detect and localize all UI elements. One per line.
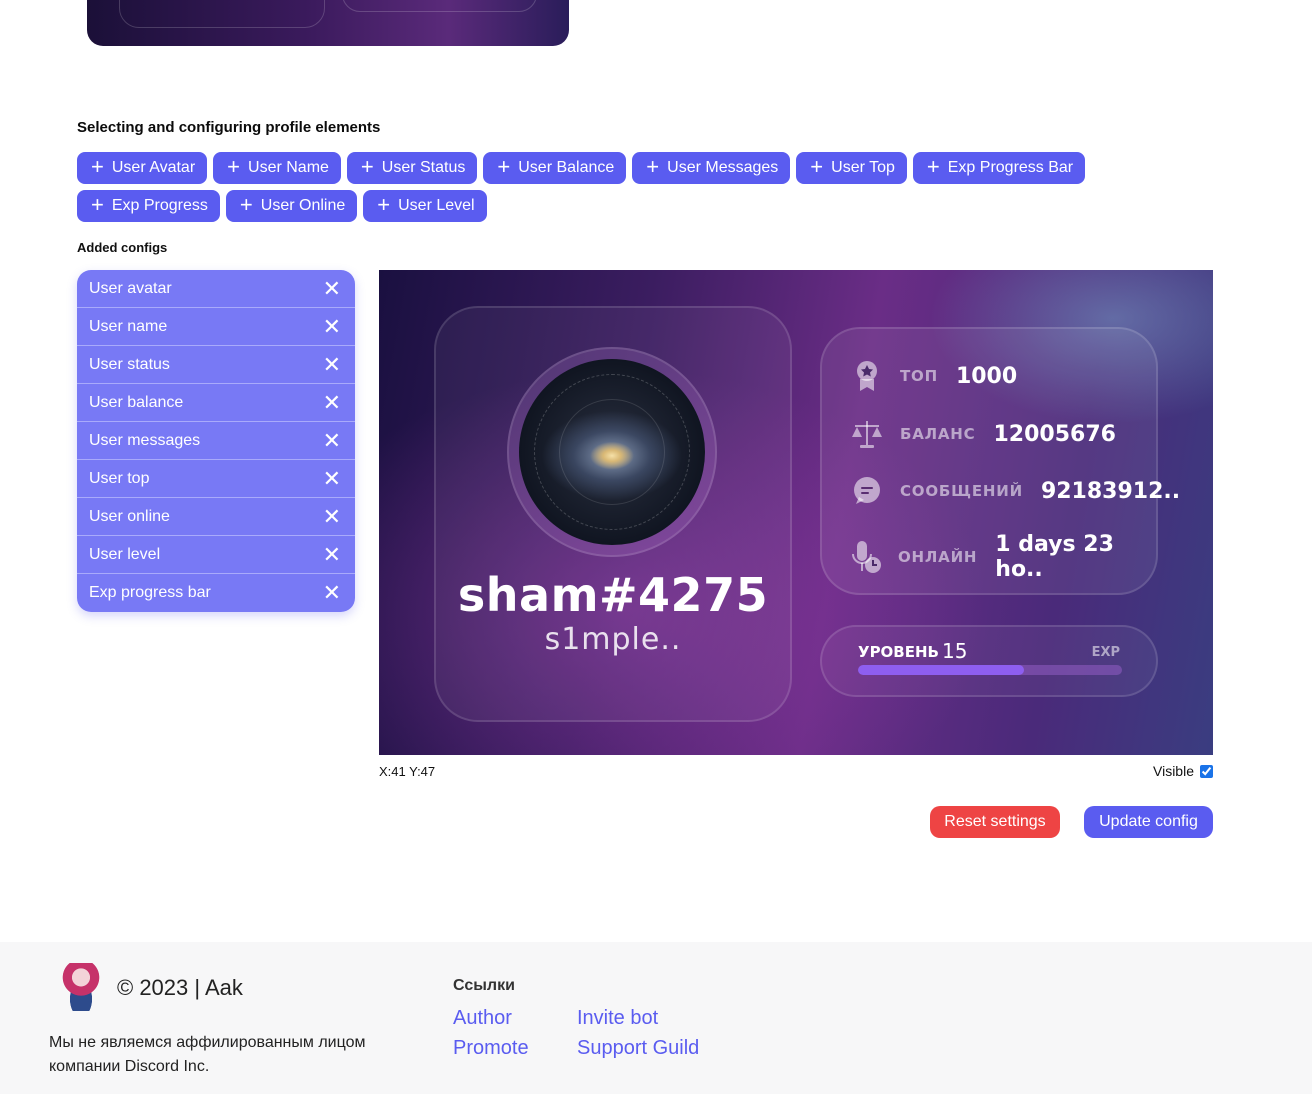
add-exp-progress-bar-button[interactable]: + Exp Progress Bar [912,152,1086,184]
plus-icon: + [360,154,374,179]
stat-balance[interactable]: БАЛАНС 12005676 [850,417,1116,451]
plus-icon: + [239,192,253,217]
section-title: Selecting and configuring profile elemen… [77,119,381,136]
stat-messages[interactable]: СООБЩЕНИЙ 92183912.. [850,474,1180,508]
plus-icon: + [227,154,241,179]
stat-top[interactable]: ТОП 1000 [850,359,1017,393]
exp-label: EXP [1091,645,1120,660]
coordinates-readout: X:41 Y:47 [379,764,436,779]
plus-icon: + [91,154,104,179]
add-user-avatar-button[interactable]: + User Avatar [77,152,208,184]
close-icon[interactable]: ✕ [323,391,341,414]
stats-card: ТОП 1000 БАЛАНС 12005676 СООБЩЕНИЙ 92183… [820,327,1180,595]
close-icon[interactable]: ✕ [323,467,341,490]
add-exp-progress-button[interactable]: + Exp Progress [77,190,220,222]
stat-online[interactable]: ОНЛАЙН 1 days 23 ho.. [850,532,1156,582]
plus-icon: + [926,154,940,179]
plus-icon: + [377,192,391,217]
close-icon[interactable]: ✕ [323,353,341,376]
close-icon[interactable]: ✕ [323,505,341,528]
add-user-messages-button[interactable]: + User Messages [632,152,791,184]
close-icon[interactable]: ✕ [323,277,341,300]
reset-settings-button[interactable]: Reset settings [930,806,1060,838]
author-link[interactable]: Author [453,1007,512,1030]
avatar-frame[interactable] [507,347,717,557]
close-icon[interactable]: ✕ [323,582,341,604]
links-title: Ссылки [453,977,515,994]
promote-link[interactable]: Promote [453,1037,529,1060]
footer: © 2023 | Aak Мы не являемся аффилированн… [0,942,1312,1094]
invite-bot-link[interactable]: Invite bot [577,1007,658,1030]
config-item-user-online[interactable]: User online ✕ [77,498,355,536]
config-item-user-top[interactable]: User top ✕ [77,460,355,498]
add-user-balance-button[interactable]: + User Balance [483,152,627,184]
plus-icon: + [646,154,660,179]
exp-progress-fill [858,665,1025,675]
add-element-buttons: + User Avatar + User Name + User Status + Us… [77,152,1177,222]
mic-clock-icon [850,540,882,574]
visible-checkbox[interactable] [1200,764,1213,778]
add-user-top-button[interactable]: + User Top [796,152,907,184]
close-icon[interactable]: ✕ [323,543,341,566]
visible-toggle[interactable]: Visible [1153,763,1213,779]
profile-status[interactable]: s1mple.. [434,622,792,657]
add-user-name-button[interactable]: + User Name [213,152,341,184]
preview-ghost-card [119,0,325,28]
config-item-user-status[interactable]: User status ✕ [77,346,355,384]
config-item-user-messages[interactable]: User messages ✕ [77,422,355,460]
profile-preview-canvas[interactable]: sham#4275 s1mple.. ТОП 1000 БАЛАНС 12005… [379,270,1213,755]
config-item-user-avatar[interactable]: User avatar ✕ [77,270,355,308]
add-user-level-button[interactable]: + User Level [363,190,487,222]
scales-icon [850,417,884,451]
config-item-user-name[interactable]: User name ✕ [77,308,355,346]
add-user-status-button[interactable]: + User Status [346,152,478,184]
config-item-exp-progress-bar[interactable]: Exp progress bar ✕ [77,574,355,612]
avatar [519,359,705,545]
config-item-user-level[interactable]: User level ✕ [77,536,355,574]
config-item-user-balance[interactable]: User balance ✕ [77,384,355,422]
profile-username[interactable]: sham#4275 [434,568,792,622]
update-config-button[interactable]: Update config [1084,806,1213,838]
added-configs-title: Added configs [77,240,168,255]
plus-icon: + [497,154,511,179]
chat-icon [850,474,884,508]
logo [59,963,103,1011]
previous-preview-card [87,0,569,46]
plus-icon: + [91,192,104,217]
level-label: УРОВЕНЬ [858,643,939,661]
medal-icon [850,359,884,393]
support-guild-link[interactable]: Support Guild [577,1037,699,1060]
plus-icon: + [810,154,824,179]
level-card[interactable]: УРОВЕНЬ 15 EXP [820,625,1158,697]
close-icon[interactable]: ✕ [323,315,341,338]
added-configs-list: User avatar ✕ User name ✕ User status ✕ Use… [77,270,355,612]
disclaimer: Мы не являемся аффилированным лицом комп… [49,1034,366,1075]
copyright: © 2023 | Aak [117,975,243,1000]
visible-label: Visible [1153,763,1194,779]
level-value: 15 [942,639,968,663]
close-icon[interactable]: ✕ [323,429,341,452]
preview-ghost-card [342,0,537,12]
exp-progress-track [858,665,1122,675]
add-user-online-button[interactable]: + User Online [225,190,358,222]
